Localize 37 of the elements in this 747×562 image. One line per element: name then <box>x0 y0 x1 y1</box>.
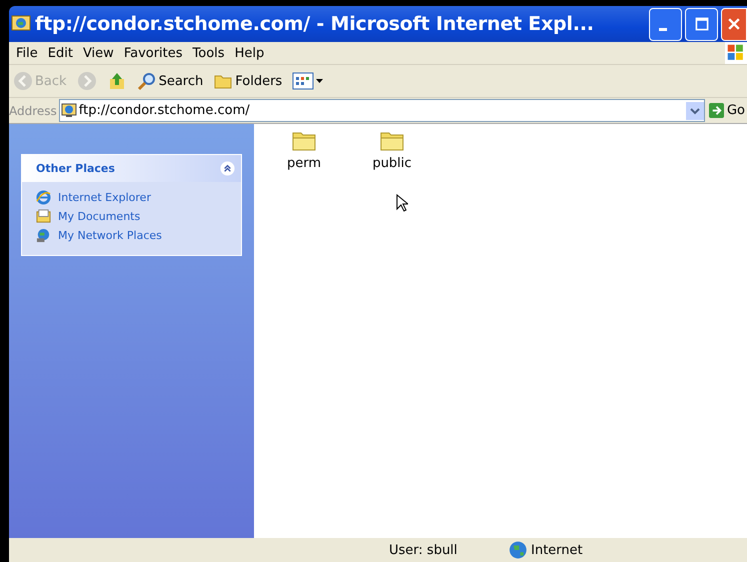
windows-flag-icon <box>725 42 747 64</box>
window-title: ftp://condor.stchome.com/ - Microsoft Internet Expl... <box>35 13 595 35</box>
panel-title[interactable]: Other Places <box>36 162 115 175</box>
menu-item[interactable]: Tools <box>188 46 230 60</box>
minimize-icon <box>658 28 666 30</box>
address-label: Address <box>9 104 57 118</box>
folder-name[interactable]: perm <box>286 156 322 171</box>
place-link[interactable]: My Documents <box>58 210 140 223</box>
views-icon <box>292 71 324 91</box>
maximize-button[interactable] <box>685 8 718 40</box>
network-globe-icon <box>36 228 51 243</box>
folder-name[interactable]: public <box>372 156 412 171</box>
status-zone: Internet <box>531 542 583 558</box>
browser-e-icon <box>36 190 51 205</box>
mouse-pointer-icon <box>396 194 408 212</box>
right-arrow-icon <box>708 103 724 118</box>
menu-item[interactable]: Favorites <box>118 46 188 60</box>
menu-item[interactable]: File <box>11 46 43 60</box>
menu-item[interactable]: Edit <box>42 46 78 60</box>
search-icon <box>136 71 157 91</box>
globe-icon <box>509 541 527 559</box>
address-field[interactable]: ftp://condor.stchome.com/ <box>58 99 705 122</box>
close-button[interactable] <box>721 8 747 40</box>
menu-item[interactable]: View <box>78 46 119 60</box>
search-button[interactable]: Search <box>132 71 208 91</box>
folders-button[interactable]: Folders <box>209 71 286 91</box>
collapse-icon[interactable] <box>220 161 235 176</box>
maximize-icon <box>694 16 710 32</box>
menu-item[interactable]: Help <box>230 46 270 60</box>
document-folder-icon <box>36 209 51 224</box>
place-link[interactable]: Internet Explorer <box>58 191 151 204</box>
place-link[interactable]: My Network Places <box>58 229 162 242</box>
close-icon <box>726 16 742 32</box>
go-button[interactable]: Go <box>706 103 747 118</box>
minimize-button[interactable] <box>649 8 682 40</box>
ftp-page-icon <box>60 102 77 118</box>
status-user: User: sbull <box>389 542 458 558</box>
